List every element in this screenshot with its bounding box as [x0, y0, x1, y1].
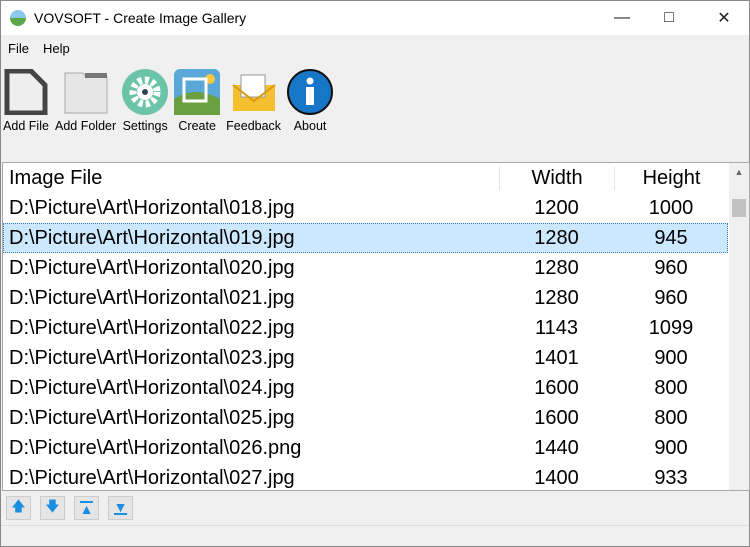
scrollbar-thumb[interactable] [732, 199, 746, 217]
cell-file: D:\Picture\Art\Horizontal\019.jpg [9, 226, 295, 249]
table-header: Image File Width Height [3, 163, 728, 193]
cell-file: D:\Picture\Art\Horizontal\020.jpg [9, 256, 295, 279]
table-row[interactable]: D:\Picture\Art\Horizontal\023.jpg 1401 900 [3, 343, 728, 373]
column-width[interactable]: Width [499, 166, 614, 190]
gear-icon [122, 69, 169, 115]
cell-file: D:\Picture\Art\Horizontal\025.jpg [9, 406, 295, 429]
info-icon [287, 69, 334, 115]
status-bar [1, 525, 749, 526]
move-up-button[interactable]: 🡅 [6, 496, 31, 520]
folder-icon [64, 72, 108, 114]
move-to-top-icon: ▲ [79, 501, 94, 517]
settings-label: Settings [122, 119, 168, 133]
app-icon [10, 10, 26, 26]
cell-height: 960 [654, 286, 688, 309]
picture-icon [174, 69, 221, 115]
toolbar: Add File Add Folder Settings Create Feed… [3, 69, 339, 133]
feedback-button[interactable]: Feedback [226, 69, 281, 133]
cell-width: 1280 [534, 286, 579, 309]
add-file-label: Add File [3, 119, 49, 133]
minimize-button[interactable]: — [599, 1, 645, 35]
menu-bar: File Help [1, 41, 77, 56]
move-to-bottom-icon: ▼ [113, 499, 128, 515]
image-list[interactable]: Image File Width Height D:\Picture\Art\H… [2, 162, 750, 491]
table-row[interactable]: D:\Picture\Art\Horizontal\026.png 1440 900 [3, 433, 728, 463]
cell-height: 1099 [648, 316, 694, 339]
cell-height: 900 [654, 436, 688, 459]
table-row[interactable]: D:\Picture\Art\Horizontal\027.jpg 1400 933 [3, 463, 728, 490]
cell-height: 800 [654, 406, 688, 429]
cell-file: D:\Picture\Art\Horizontal\023.jpg [9, 346, 295, 369]
about-button[interactable]: About [287, 69, 334, 133]
column-height[interactable]: Height [614, 166, 728, 190]
cell-width: 1200 [534, 196, 579, 219]
add-file-button[interactable]: Add File [3, 69, 49, 133]
table-row[interactable]: D:\Picture\Art\Horizontal\025.jpg 1600 800 [3, 403, 728, 433]
maximize-button[interactable]: □ [646, 1, 692, 35]
table-row[interactable]: D:\Picture\Art\Horizontal\024.jpg 1600 800 [3, 373, 728, 403]
add-folder-label: Add Folder [55, 119, 117, 133]
cell-width: 1280 [534, 226, 579, 249]
scroll-up-icon[interactable]: ▲ [729, 167, 749, 177]
cell-file: D:\Picture\Art\Horizontal\024.jpg [9, 376, 295, 399]
window-title: VOVSOFT - Create Image Gallery [34, 10, 247, 26]
bottom-toolbar: 🡅 🡇 ▲ ▼ [6, 496, 142, 520]
vertical-scrollbar[interactable]: ▲ [729, 163, 749, 490]
title-bar: VOVSOFT - Create Image Gallery — □ ✕ [1, 1, 749, 35]
table-row[interactable]: D:\Picture\Art\Horizontal\020.jpg 1280 960 [3, 253, 728, 283]
table-row[interactable]: D:\Picture\Art\Horizontal\021.jpg 1280 960 [3, 283, 728, 313]
move-bottom-button[interactable]: ▼ [108, 496, 133, 520]
cell-width: 1401 [534, 346, 579, 369]
cell-height: 800 [654, 376, 688, 399]
create-button[interactable]: Create [174, 69, 221, 133]
column-image-file[interactable]: Image File [3, 167, 499, 190]
move-top-button[interactable]: ▲ [74, 496, 99, 520]
about-label: About [293, 119, 327, 133]
arrow-up-icon: 🡅 [11, 498, 26, 514]
cell-height: 933 [654, 466, 688, 489]
cell-height: 1000 [648, 196, 694, 219]
cell-width: 1600 [534, 376, 579, 399]
cell-file: D:\Picture\Art\Horizontal\021.jpg [9, 286, 295, 309]
cell-height: 945 [654, 226, 688, 249]
cell-width: 1440 [534, 436, 579, 459]
menu-help[interactable]: Help [36, 41, 77, 56]
cell-width: 1280 [534, 256, 579, 279]
cell-height: 960 [654, 256, 688, 279]
table-row[interactable]: D:\Picture\Art\Horizontal\018.jpg 1200 100… [3, 193, 728, 223]
table-row[interactable]: D:\Picture\Art\Horizontal\019.jpg 1280 945 [3, 223, 728, 253]
create-label: Create [178, 119, 216, 133]
menu-file[interactable]: File [1, 41, 36, 56]
cell-width: 1143 [534, 316, 578, 339]
file-icon [4, 69, 48, 115]
cell-width: 1600 [534, 406, 579, 429]
table-row[interactable]: D:\Picture\Art\Horizontal\022.jpg 1143 109… [3, 313, 728, 343]
cell-file: D:\Picture\Art\Horizontal\022.jpg [9, 316, 295, 339]
feedback-label: Feedback [226, 119, 282, 133]
cell-file: D:\Picture\Art\Horizontal\018.jpg [9, 196, 295, 219]
move-down-button[interactable]: 🡇 [40, 496, 65, 520]
close-button[interactable]: ✕ [701, 1, 747, 35]
envelope-icon [232, 74, 276, 111]
cell-file: D:\Picture\Art\Horizontal\027.jpg [9, 466, 295, 489]
cell-file: D:\Picture\Art\Horizontal\026.png [9, 436, 302, 459]
cell-width: 1400 [534, 466, 579, 489]
settings-button[interactable]: Settings [122, 69, 169, 133]
cell-height: 900 [654, 346, 688, 369]
arrow-down-icon: 🡇 [45, 498, 60, 514]
add-folder-button[interactable]: Add Folder [55, 69, 116, 133]
